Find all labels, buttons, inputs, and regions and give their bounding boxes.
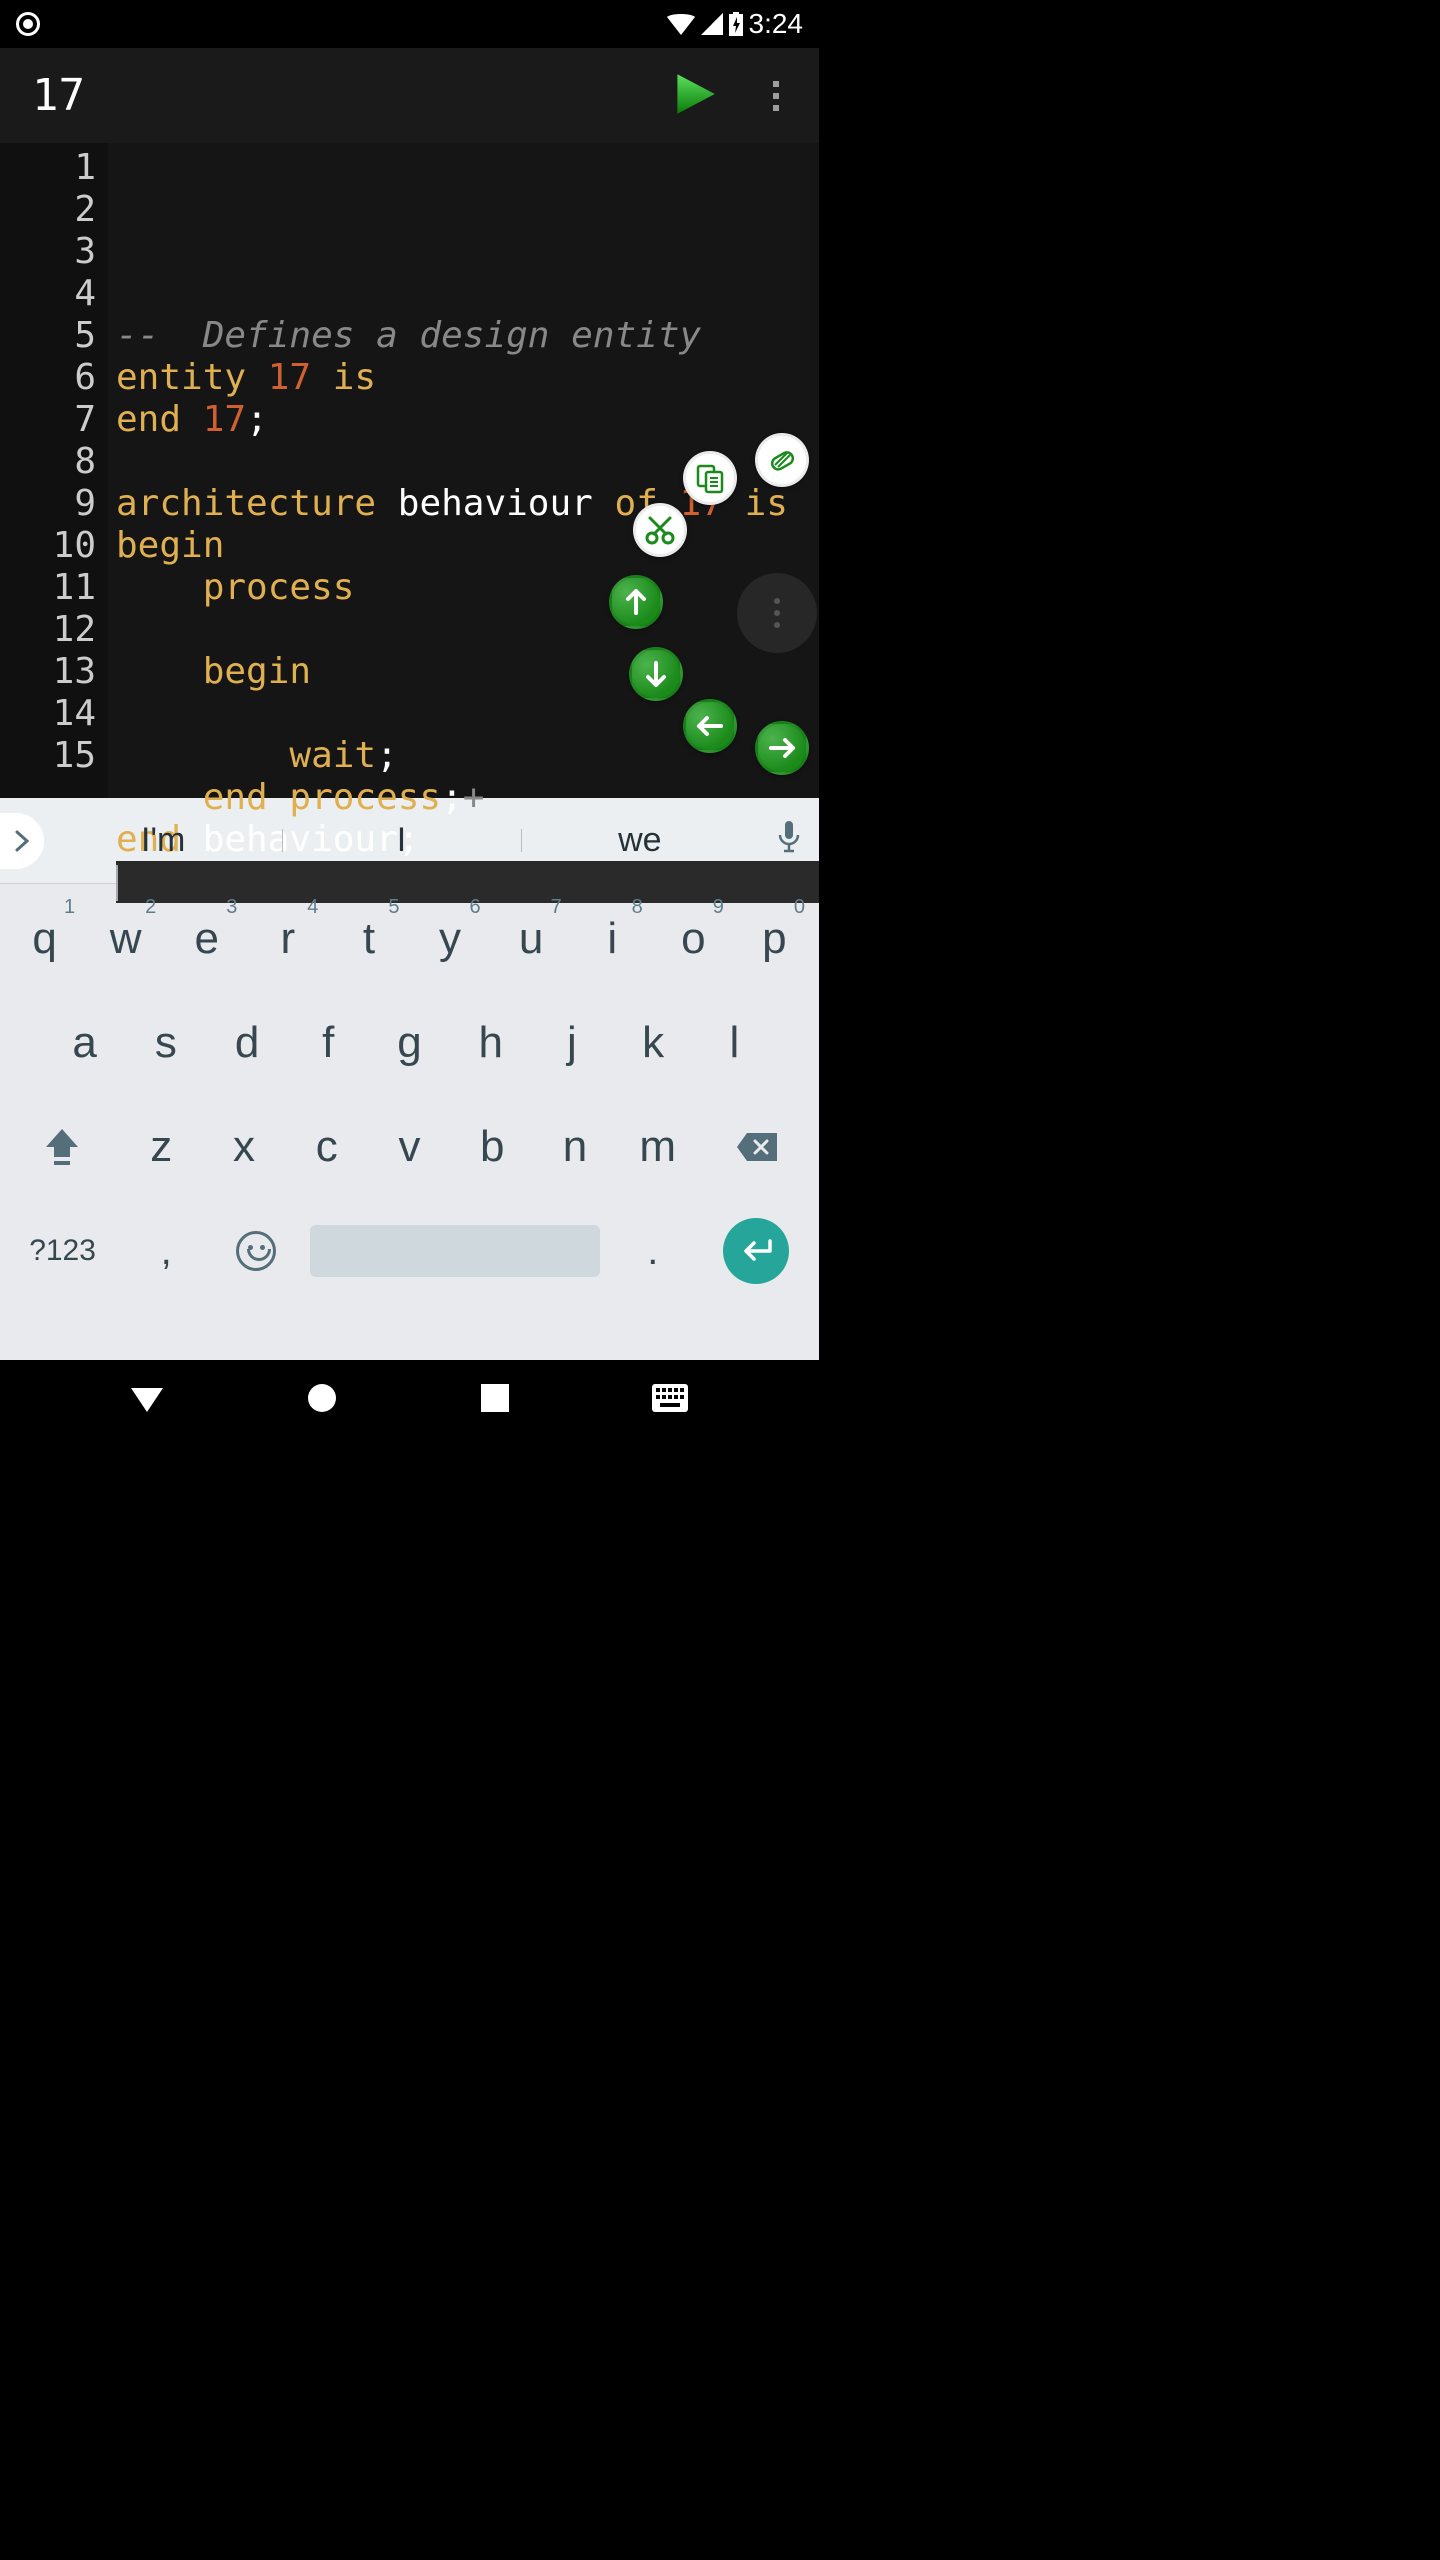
key-r[interactable]: 4r — [247, 892, 328, 986]
key-m[interactable]: m — [616, 1100, 699, 1194]
space-key[interactable] — [301, 1204, 607, 1298]
line-number: 13 — [0, 651, 96, 693]
key-u[interactable]: 7u — [491, 892, 572, 986]
key-v[interactable]: v — [368, 1100, 451, 1194]
move-left-icon[interactable] — [683, 699, 737, 753]
back-button[interactable] — [131, 1384, 163, 1416]
key-n[interactable]: n — [534, 1100, 617, 1194]
line-number: 6 — [0, 357, 96, 399]
comma-key[interactable]: , — [121, 1204, 211, 1298]
recents-button[interactable] — [481, 1384, 509, 1416]
key-f[interactable]: f — [288, 996, 369, 1090]
key-l[interactable]: l — [694, 996, 775, 1090]
expand-suggestions-button[interactable] — [0, 813, 44, 869]
symbols-key[interactable]: ?123 — [4, 1204, 121, 1298]
enter-key[interactable] — [698, 1204, 815, 1298]
move-down-icon[interactable] — [629, 647, 683, 701]
key-i[interactable]: 8i — [572, 892, 653, 986]
code-line[interactable]: process — [116, 567, 819, 609]
key-a[interactable]: a — [44, 996, 125, 1090]
paste-icon[interactable] — [755, 433, 809, 487]
code-line[interactable]: end 17; — [116, 399, 819, 441]
file-title: 17 — [32, 70, 85, 121]
battery-charging-icon — [729, 12, 743, 36]
line-number: 15 — [0, 735, 96, 777]
move-right-icon[interactable] — [755, 721, 809, 775]
key-b[interactable]: b — [451, 1100, 534, 1194]
code-line[interactable]: end process;+ — [116, 777, 819, 819]
key-g[interactable]: g — [369, 996, 450, 1090]
key-j[interactable]: j — [531, 996, 612, 1090]
run-button[interactable] — [673, 72, 717, 120]
line-number: 3 — [0, 231, 96, 273]
line-number: 5 — [0, 315, 96, 357]
signal-icon — [701, 13, 723, 35]
home-button[interactable] — [306, 1382, 338, 1418]
key-c[interactable]: c — [285, 1100, 368, 1194]
line-gutter: 123456789101112131415 — [0, 143, 108, 798]
key-p[interactable]: 0p — [734, 892, 815, 986]
emoji-key[interactable] — [211, 1204, 301, 1298]
suggestion-1[interactable]: I'm — [44, 821, 282, 860]
emoji-icon — [236, 1231, 276, 1271]
copy-icon[interactable] — [683, 451, 737, 505]
key-x[interactable]: x — [203, 1100, 286, 1194]
app-bar: 17 — [0, 48, 819, 143]
code-editor[interactable]: 123456789101112131415 -- Defines a desig… — [0, 143, 819, 798]
key-t[interactable]: 5t — [328, 892, 409, 986]
key-q[interactable]: 1q — [4, 892, 85, 986]
line-number: 1 — [0, 147, 96, 189]
key-e[interactable]: 3e — [166, 892, 247, 986]
key-o[interactable]: 9o — [653, 892, 734, 986]
cut-icon[interactable] — [633, 503, 687, 557]
line-number: 10 — [0, 525, 96, 567]
line-number: 9 — [0, 483, 96, 525]
line-number: 14 — [0, 693, 96, 735]
line-number: 7 — [0, 399, 96, 441]
status-time: 3:24 — [749, 8, 804, 40]
key-w[interactable]: 2w — [85, 892, 166, 986]
line-number: 8 — [0, 441, 96, 483]
line-number: 11 — [0, 567, 96, 609]
overflow-menu-button[interactable] — [765, 73, 787, 119]
shift-key[interactable] — [4, 1100, 120, 1194]
key-y[interactable]: 6y — [410, 892, 491, 986]
navigation-bar — [0, 1360, 819, 1440]
key-z[interactable]: z — [120, 1100, 203, 1194]
code-line[interactable]: begin — [116, 525, 819, 567]
line-number: 4 — [0, 273, 96, 315]
wifi-icon — [667, 13, 695, 35]
status-bar: 3:24 — [0, 0, 819, 48]
key-k[interactable]: k — [613, 996, 694, 1090]
app-notification-icon — [16, 12, 40, 36]
backspace-key[interactable] — [699, 1100, 815, 1194]
line-number: 2 — [0, 189, 96, 231]
code-line[interactable]: entity 17 is — [116, 357, 819, 399]
line-number: 12 — [0, 609, 96, 651]
key-s[interactable]: s — [125, 996, 206, 1090]
code-line[interactable]: -- Defines a design entity — [116, 315, 819, 357]
code-line[interactable] — [116, 609, 819, 651]
keyboard-switcher-button[interactable] — [652, 1384, 688, 1416]
suggestion-3[interactable]: we — [521, 821, 759, 860]
code-line[interactable]: begin — [116, 651, 819, 693]
key-h[interactable]: h — [450, 996, 531, 1090]
move-up-icon[interactable] — [609, 575, 663, 629]
code-line[interactable] — [116, 273, 819, 315]
key-d[interactable]: d — [206, 996, 287, 1090]
period-key[interactable]: . — [608, 1204, 698, 1298]
code-area[interactable]: -- Defines a design entityentity 17 isen… — [108, 143, 819, 798]
fab-main-button[interactable] — [737, 573, 817, 653]
suggestion-2[interactable]: I — [282, 821, 520, 860]
